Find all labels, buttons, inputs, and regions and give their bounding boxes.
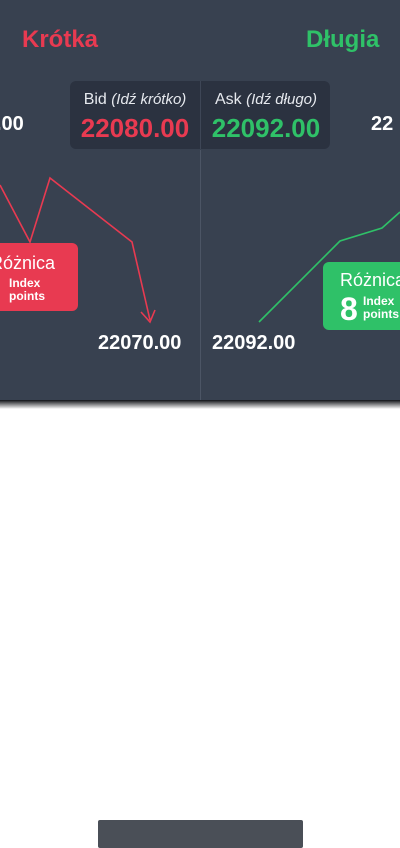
caption-placeholder [98,820,303,848]
short-difference-unit: Index points [9,276,45,303]
short-difference-title: Różnica [0,253,56,273]
ask-column[interactable]: Ask (Idź długo) 22092.00 [200,81,330,149]
long-difference-badge: Różnica 8 Index points [323,262,400,330]
long-difference-title: Różnica [340,270,400,290]
long-end-price: 22092.00 [212,332,296,354]
long-difference-unit: Index points [363,294,399,321]
bottom-shadow [0,400,400,409]
ask-label: Ask (Idź długo) [215,91,317,108]
price-lines [0,176,400,324]
ask-value: 22092.00 [211,113,321,143]
quote-box: Bid (Idź krótko) 22080.00 Ask (Idź długo… [70,81,330,149]
long-difference-value: 8 [340,291,358,327]
short-end-price: 22070.00 [98,332,182,354]
short-difference-badge: Różnica Index points [0,243,78,311]
bid-value: 22080.00 [80,113,190,143]
bid-column[interactable]: Bid (Idź krótko) 22080.00 [70,81,200,149]
bid-label: Bid (Idź krótko) [83,91,187,108]
bottom-strip [0,400,400,848]
trade-illustration-panel: Krótka Długia .00 22 Bid (Idź krótko) 22… [0,0,400,400]
